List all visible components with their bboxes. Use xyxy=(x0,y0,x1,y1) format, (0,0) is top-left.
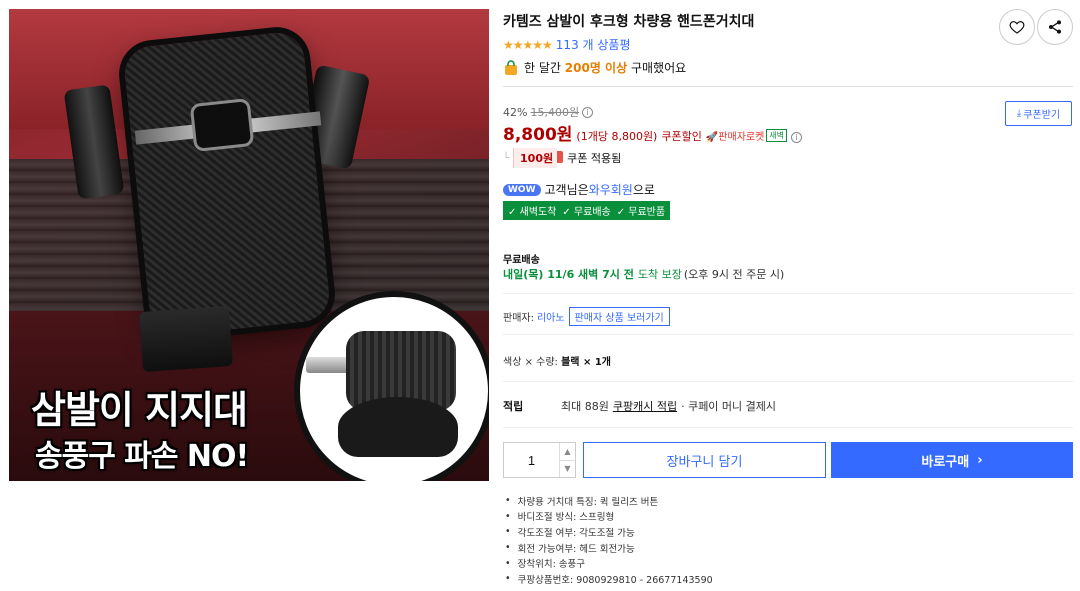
coupon-applied-text: 쿠폰 적용됨 xyxy=(567,152,622,165)
quantity-decrease-button[interactable]: ▼ xyxy=(560,459,575,478)
download-icon: ⤓ xyxy=(1016,108,1022,119)
purchase-count-row: 한 달간 200명 이상 구매했어요 xyxy=(503,59,686,76)
rating-row: ★★★★★ 113 개 상품평 xyxy=(503,36,631,53)
chevron-down-icon: ▼ xyxy=(564,464,571,474)
divider xyxy=(503,334,1073,335)
product-title: 카템즈 삼발이 후크형 차량용 핸드폰거치대 xyxy=(503,14,755,30)
list-item: 장착위치: 송풍구 xyxy=(503,555,713,571)
seller-name-link[interactable]: 리아노 xyxy=(537,309,565,324)
option-value: 블랙 × 1개 xyxy=(561,357,611,368)
seller-row: 판매자: 리아노 판매자 상품 보러가기 xyxy=(503,307,670,326)
delivery-guarantee: 도착 보장 xyxy=(637,268,682,281)
wishlist-button[interactable] xyxy=(999,9,1035,45)
share-icon xyxy=(1049,20,1061,34)
share-button[interactable] xyxy=(1037,9,1073,45)
image-inset-clip-detail xyxy=(294,291,489,481)
coupon-amount: 100원 xyxy=(513,148,564,168)
selected-option: 색상 × 수량: 블랙 × 1개 xyxy=(503,353,611,368)
wow-member-link[interactable]: 와우회원 xyxy=(589,181,633,198)
add-to-cart-label: 장바구니 담기 xyxy=(666,454,743,470)
wow-badge: WOW xyxy=(503,183,541,196)
final-price: 8,800원 xyxy=(503,125,573,145)
image-subline: 송풍구 파손 NO! xyxy=(35,439,249,474)
purchase-count-highlight: 200명 이상 xyxy=(564,61,628,75)
product-page: 삼발이 지지대 송풍구 파손 NO! 카템즈 삼발이 후크형 차량용 핸드폰거치… xyxy=(0,0,1080,591)
list-item: 회전 가능여부: 헤드 회전가능 xyxy=(503,540,713,556)
list-item: 차량용 거치대 특징: 퀵 릴리즈 버튼 xyxy=(503,493,713,509)
shopping-bag-icon xyxy=(505,59,517,75)
list-item: 각도조절 여부: 각도조절 가능 xyxy=(503,524,713,540)
benefit-free-shipping: ✓ 무료배송 xyxy=(562,207,611,218)
purchase-count-prefix: 한 달간 xyxy=(524,61,561,75)
review-count-link[interactable]: 113 개 상품평 xyxy=(556,36,631,53)
seller-products-button[interactable]: 판매자 상품 보러가기 xyxy=(568,307,670,326)
divider xyxy=(503,427,1073,428)
coupon-download-button[interactable]: ⤓ 쿠폰받기 xyxy=(1005,101,1072,126)
product-attributes-list: 차량용 거치대 특징: 퀵 릴리즈 버튼 바디조절 방식: 스프링형 각도조절 … xyxy=(503,493,713,587)
image-holder-base xyxy=(139,305,233,373)
wow-text-suffix: 으로 xyxy=(632,183,655,197)
shipping-row: 내일(목) 11/6 새벽 7시 전 도착 보장 (오후 9시 전 주문 시) xyxy=(503,266,784,282)
shipping-title: 무료배송 xyxy=(503,255,540,266)
points-row: 적립 최대 88원 쿠팡캐시 적립 · 쿠페이 머니 결제시 xyxy=(503,398,776,414)
delivery-date: 내일(목) 11/6 새벽 7시 전 xyxy=(503,268,634,281)
tree-branch-icon: └ xyxy=(503,152,510,164)
quantity-increase-button[interactable]: ▲ xyxy=(560,443,575,460)
dawn-badge: 새벽 xyxy=(766,129,788,142)
divider xyxy=(503,381,1073,382)
purchase-count-suffix: 구매했어요 xyxy=(630,61,687,75)
image-inset-tripod xyxy=(338,397,458,457)
image-holder-release-button xyxy=(189,97,255,153)
buy-now-label: 바로구매 xyxy=(921,454,970,470)
unit-price: (1개당 8,800원) xyxy=(576,130,658,143)
quantity-input[interactable] xyxy=(504,443,559,477)
coupon-discount-label: 쿠폰할인 xyxy=(661,130,702,143)
chevron-up-icon: ▲ xyxy=(564,446,571,456)
divider xyxy=(503,293,1073,294)
list-item: 바디조절 방식: 스프링형 xyxy=(503,509,713,525)
chevron-right-icon: › xyxy=(977,452,983,468)
coupang-cash-link[interactable]: 쿠팡캐시 적립 xyxy=(613,398,677,414)
original-price-row: 42% 15,400원 i xyxy=(503,104,594,120)
discount-rate: 42% xyxy=(503,105,528,119)
coupon-applied-row: └ 100원 쿠폰 적용됨 xyxy=(503,148,621,168)
points-label: 적립 xyxy=(503,400,524,413)
image-headline: 삼발이 지지대 xyxy=(31,388,248,432)
original-price: 15,400원 xyxy=(530,106,580,119)
wow-text-prefix: 고객님은 xyxy=(544,183,589,197)
add-to-cart-button[interactable]: 장바구니 담기 xyxy=(583,442,826,478)
delivery-note: (오후 9시 전 주문 시) xyxy=(683,268,785,281)
info-icon[interactable]: i xyxy=(791,132,803,143)
benefit-free-return: ✓ 무료반품 xyxy=(616,207,666,218)
option-label: 색상 × 수량: xyxy=(503,357,558,368)
product-image[interactable]: 삼발이 지지대 송풍구 파손 NO! xyxy=(9,9,489,481)
benefit-dawn-delivery: ✓ 새벽도착 xyxy=(508,207,557,218)
buy-now-button[interactable]: 바로구매 › xyxy=(831,442,1073,478)
rating-stars: ★★★★★ xyxy=(503,37,553,52)
points-condition: · 쿠페이 머니 결제시 xyxy=(681,400,777,413)
seller-rocket-label: 🚀판매자로켓 xyxy=(705,132,765,143)
info-icon[interactable]: i xyxy=(582,106,594,118)
divider xyxy=(503,86,1073,87)
wow-benefits-strip: ✓ 새벽도착 ✓ 무료배송 ✓ 무료반품 xyxy=(503,201,671,220)
image-holder-body xyxy=(122,30,332,338)
quantity-stepper: ▲ ▼ xyxy=(503,442,576,478)
quantity-arrows: ▲ ▼ xyxy=(559,443,575,477)
heart-icon xyxy=(1009,21,1025,34)
list-item: 쿠팡상품번호: 9080929810 - 26677143590 xyxy=(503,571,713,587)
coupon-download-label: 쿠폰받기 xyxy=(1023,110,1061,121)
final-price-row: 8,800원 (1개당 8,800원) 쿠폰할인 🚀판매자로켓 새벽 i xyxy=(503,120,803,145)
points-amount: 최대 88원 xyxy=(561,400,609,413)
wow-member-row: WOW 고객님은 와우회원 으로 xyxy=(503,181,655,198)
seller-rocket-badge: 🚀판매자로켓 새벽 xyxy=(705,128,788,143)
seller-label: 판매자: xyxy=(503,313,534,324)
